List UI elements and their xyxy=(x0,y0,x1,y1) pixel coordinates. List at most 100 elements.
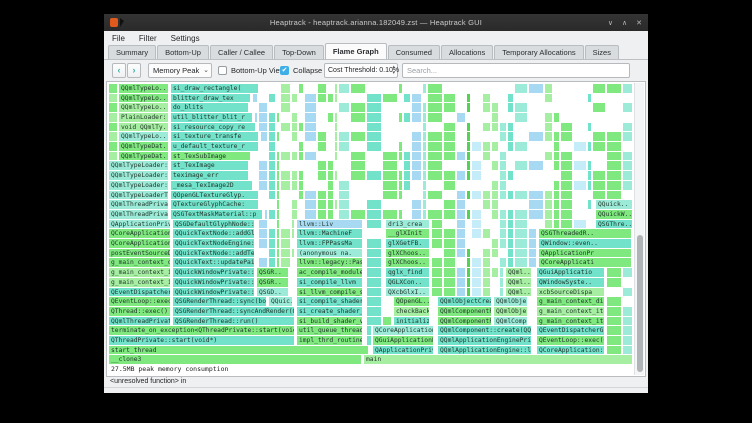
flame-cell[interactable] xyxy=(399,84,402,93)
flame-cell[interactable] xyxy=(328,171,333,180)
flame-cell[interactable] xyxy=(335,123,337,132)
flame-cell[interactable] xyxy=(515,113,527,122)
flame-cell[interactable]: QQml.. xyxy=(506,288,531,297)
flame-cell[interactable] xyxy=(607,346,621,355)
flame-cell[interactable] xyxy=(292,123,297,132)
flame-cell[interactable] xyxy=(529,229,536,238)
flame-cell[interactable] xyxy=(277,113,279,122)
flame-cell[interactable] xyxy=(339,191,349,200)
flame-cell[interactable] xyxy=(607,84,621,93)
flame-cell[interactable] xyxy=(545,123,552,132)
flame-cell[interactable] xyxy=(561,200,572,209)
flame-cell[interactable]: teximage_err xyxy=(171,171,248,180)
flame-cell[interactable] xyxy=(444,142,455,151)
flame-cell[interactable] xyxy=(328,94,333,103)
flame-cell[interactable] xyxy=(292,210,297,219)
flame-cell[interactable] xyxy=(367,171,381,180)
flame-cell[interactable] xyxy=(328,200,333,209)
flame-cell[interactable]: blitter_draw_tex xyxy=(171,94,250,103)
flame-cell[interactable] xyxy=(253,94,257,103)
flame-cell[interactable] xyxy=(367,317,381,326)
flame-cell[interactable] xyxy=(432,278,442,287)
flame-cell[interactable] xyxy=(444,249,455,258)
flame-cell[interactable] xyxy=(623,152,632,161)
flame-cell[interactable] xyxy=(472,171,481,180)
flame-cell[interactable] xyxy=(277,171,279,180)
flame-cell[interactable] xyxy=(281,94,290,103)
flame-cell[interactable]: QCoreApplicationPriv xyxy=(373,326,433,335)
flame-cell[interactable] xyxy=(412,152,421,161)
flame-cell[interactable] xyxy=(399,210,402,219)
flame-cell[interactable]: QApplicationPriv: xyxy=(109,220,170,229)
flame-cell[interactable] xyxy=(367,239,381,248)
flame-cell[interactable] xyxy=(467,171,470,180)
flame-cell[interactable] xyxy=(367,132,381,141)
flame-cell[interactable] xyxy=(623,161,632,170)
flame-cell[interactable] xyxy=(561,171,572,180)
flame-cell[interactable] xyxy=(351,152,365,161)
flame-cell[interactable]: QQmlTypeLo.. xyxy=(119,94,168,103)
flame-cell[interactable]: QSGD.. xyxy=(257,288,288,297)
flame-cell[interactable]: util_queue_thread_func xyxy=(297,326,362,335)
flame-cell[interactable] xyxy=(588,94,591,103)
flame-cell[interactable] xyxy=(328,161,333,170)
flame-cell[interactable] xyxy=(623,317,632,326)
tab-caller-callee[interactable]: Caller / Callee xyxy=(210,45,273,59)
flame-cell[interactable] xyxy=(593,142,605,151)
flame-cell[interactable]: QSGR.. xyxy=(257,278,288,287)
flame-cell[interactable] xyxy=(607,161,621,170)
flame-cell[interactable] xyxy=(328,210,333,219)
flame-cell[interactable]: QQmlTypeLo.. xyxy=(119,132,168,141)
flame-cell[interactable]: QQmlTypeLo.. xyxy=(119,84,168,93)
flame-cell[interactable]: dri3_crea xyxy=(386,220,429,229)
flame-cell[interactable] xyxy=(554,152,559,161)
flame-cell[interactable] xyxy=(367,258,381,267)
flame-cell[interactable] xyxy=(404,161,410,170)
flame-cell[interactable] xyxy=(588,123,591,132)
flame-cell[interactable]: QQuickWindowPrivate::upd. xyxy=(173,268,254,277)
flame-cell[interactable] xyxy=(269,94,275,103)
flame-cell[interactable]: QQmlComponentP.. xyxy=(438,317,491,326)
flame-cell[interactable]: terminate_on_exception<QThreadPrivate::s… xyxy=(109,326,294,335)
flame-cell[interactable] xyxy=(281,181,290,190)
flame-cell[interactable] xyxy=(367,113,381,122)
flame-cell[interactable]: QCoreApplicati xyxy=(539,258,631,267)
flame-cell[interactable] xyxy=(492,181,498,190)
flame-cell[interactable]: QEventLoop::exec(QFla xyxy=(537,336,604,345)
flame-cell[interactable] xyxy=(623,132,632,141)
flame-cell[interactable] xyxy=(467,152,470,161)
flame-cell[interactable] xyxy=(508,171,513,180)
flame-cell[interactable] xyxy=(500,181,506,190)
title-bar[interactable]: Heaptrack - heaptrack.arianna.182049.zst… xyxy=(104,14,648,31)
flame-cell[interactable] xyxy=(483,249,490,258)
flame-cell[interactable] xyxy=(259,171,267,180)
flame-cell[interactable] xyxy=(574,220,586,229)
flame-cell[interactable] xyxy=(428,142,442,151)
flame-cell[interactable] xyxy=(483,142,490,151)
flame-cell[interactable]: QCoreApplication: xyxy=(109,239,170,248)
flame-cell[interactable]: si_compile_llvm xyxy=(297,278,362,287)
flame-cell[interactable]: g_main_context_it xyxy=(109,278,170,287)
flame-cell[interactable] xyxy=(383,317,391,326)
flame-cell[interactable] xyxy=(444,268,455,277)
flame-cell[interactable]: QQmlThreadPrivat. xyxy=(109,200,168,209)
flame-cell[interactable] xyxy=(483,200,490,209)
flame-cell[interactable] xyxy=(277,229,279,238)
flame-cell[interactable]: QTextureGlyphCache: xyxy=(171,200,258,209)
flame-cell[interactable]: g_main_context_it xyxy=(109,268,170,277)
flame-cell[interactable] xyxy=(328,181,333,190)
flame-cell[interactable] xyxy=(467,94,470,103)
flame-cell[interactable]: do_blits xyxy=(171,103,248,112)
tab-consumed[interactable]: Consumed xyxy=(388,45,440,59)
flame-cell[interactable] xyxy=(351,132,365,141)
flame-cell[interactable] xyxy=(265,210,267,219)
flame-cell[interactable]: QCoreApplication::exe xyxy=(537,346,604,355)
flame-cell[interactable]: llvm::legacy::PassM xyxy=(297,258,362,267)
flame-cell[interactable] xyxy=(318,210,326,219)
flame-cell[interactable] xyxy=(529,249,536,258)
flame-cell[interactable] xyxy=(423,191,426,200)
mode-select[interactable]: Memory Peak ⌄ xyxy=(148,63,212,78)
flame-cell[interactable] xyxy=(109,84,117,93)
flame-cell[interactable] xyxy=(423,171,426,180)
flame-cell[interactable] xyxy=(367,336,371,345)
